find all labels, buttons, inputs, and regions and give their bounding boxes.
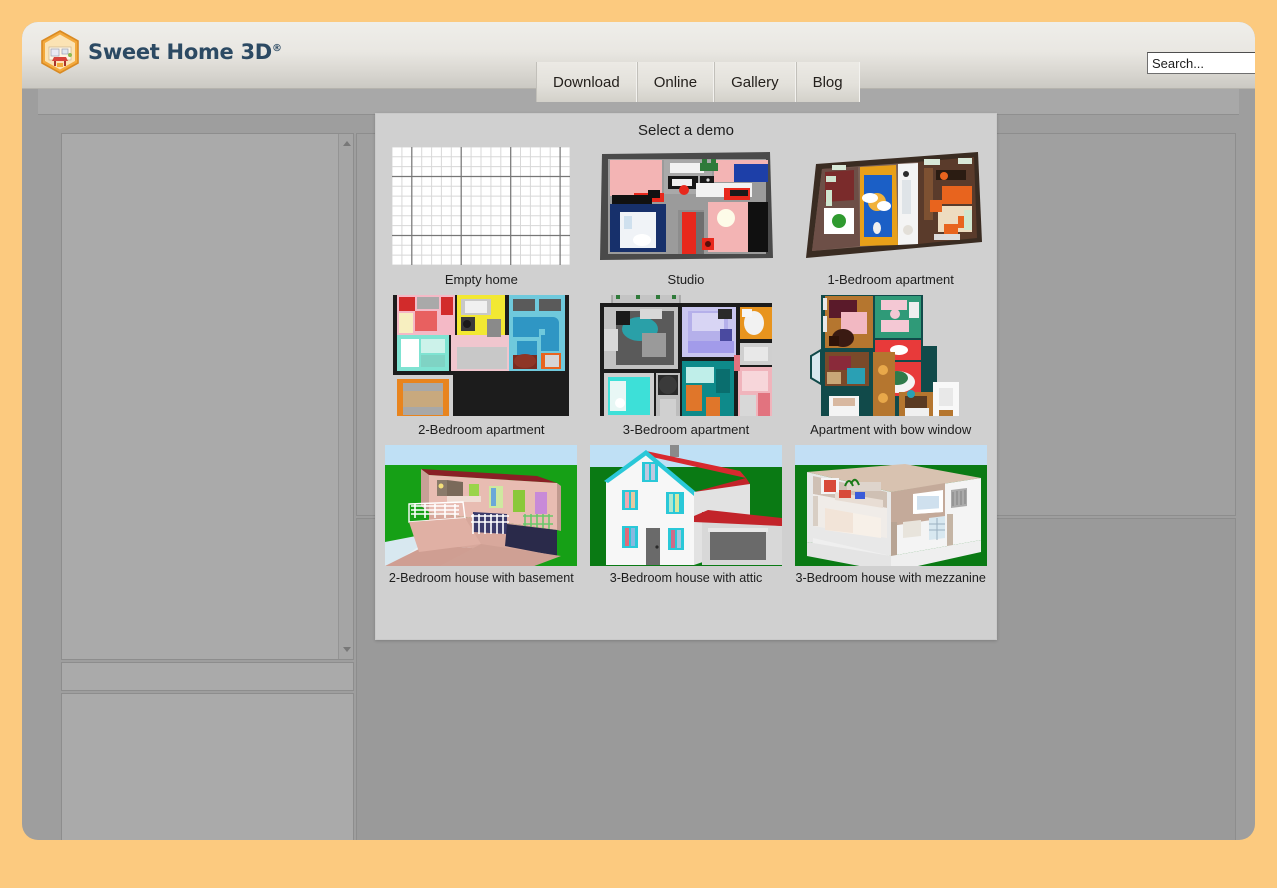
demo-label: 3-Bedroom house with attic bbox=[609, 571, 763, 585]
house-basement-3d-thumbnail bbox=[385, 445, 578, 566]
demo-label: Studio bbox=[667, 272, 705, 287]
demo-item-empty-home[interactable]: Empty home bbox=[382, 145, 581, 295]
demo-grid: Empty home Studio 1-Bedroom apartment 2-… bbox=[376, 145, 996, 593]
plan-toolbar-panel[interactable] bbox=[61, 662, 354, 691]
dialog-title: Select a demo bbox=[638, 122, 734, 139]
main-navigation: Download Online Gallery Blog bbox=[536, 62, 860, 102]
demo-label: Apartment with bow window bbox=[810, 422, 972, 437]
demo-item-2-bedroom-apartment[interactable]: 2-Bedroom apartment bbox=[382, 295, 581, 445]
bow-window-plan-thumbnail bbox=[795, 295, 987, 416]
furniture-list-scrollbar[interactable] bbox=[338, 134, 353, 659]
nav-item-download[interactable]: Download bbox=[536, 62, 637, 102]
one-bedroom-plan-thumbnail bbox=[795, 145, 987, 266]
registered-mark: ® bbox=[271, 43, 282, 54]
select-demo-dialog: Select a demo Empty home Studio 1-Bedroo… bbox=[375, 113, 997, 640]
empty-grid-thumbnail bbox=[385, 145, 577, 266]
demo-item-apartment-bow-window[interactable]: Apartment with bow window bbox=[791, 295, 990, 445]
site-logo-text: Sweet Home 3D® bbox=[88, 40, 282, 64]
demo-label: 2-Bedroom house with basement bbox=[388, 571, 574, 585]
demo-item-studio[interactable]: Studio bbox=[587, 145, 786, 295]
house-attic-3d-thumbnail bbox=[589, 445, 782, 566]
demo-item-3-bedroom-apartment[interactable]: 3-Bedroom apartment bbox=[587, 295, 786, 445]
demo-label: 3-Bedroom apartment bbox=[622, 422, 750, 437]
furniture-list-panel[interactable] bbox=[61, 133, 354, 660]
demo-item-1-bedroom-apartment[interactable]: 1-Bedroom apartment bbox=[791, 145, 990, 295]
two-bedroom-plan-thumbnail bbox=[385, 295, 577, 416]
nav-item-blog[interactable]: Blog bbox=[795, 62, 860, 102]
triangle-down-icon[interactable] bbox=[339, 642, 354, 657]
triangle-up-icon[interactable] bbox=[339, 136, 354, 151]
demo-label: 1-Bedroom apartment bbox=[827, 272, 954, 287]
studio-plan-thumbnail bbox=[590, 145, 782, 266]
demo-label: 2-Bedroom apartment bbox=[418, 422, 545, 437]
demo-item-3-bedroom-house-mezzanine[interactable]: 3-Bedroom house with mezzanine bbox=[791, 445, 990, 593]
demo-item-2-bedroom-house-basement[interactable]: 2-Bedroom house with basement bbox=[382, 445, 581, 593]
search-input[interactable] bbox=[1147, 52, 1255, 74]
plan-panel[interactable] bbox=[61, 693, 354, 840]
demo-label: Empty home bbox=[444, 272, 518, 287]
sweet-home-3d-house-icon bbox=[40, 30, 80, 74]
house-mezzanine-3d-thumbnail bbox=[794, 445, 987, 566]
application-window: Sweet Home 3D® Download Online Gallery B… bbox=[22, 22, 1255, 840]
demo-label: 3-Bedroom house with mezzanine bbox=[795, 571, 986, 585]
nav-item-gallery[interactable]: Gallery bbox=[714, 62, 796, 102]
search-box bbox=[1147, 52, 1255, 74]
site-logo[interactable]: Sweet Home 3D® bbox=[40, 30, 282, 74]
nav-item-online[interactable]: Online bbox=[636, 62, 715, 102]
three-bedroom-plan-thumbnail bbox=[590, 295, 782, 416]
demo-item-3-bedroom-house-attic[interactable]: 3-Bedroom house with attic bbox=[587, 445, 786, 593]
site-header: Sweet Home 3D® Download Online Gallery B… bbox=[22, 22, 1255, 102]
